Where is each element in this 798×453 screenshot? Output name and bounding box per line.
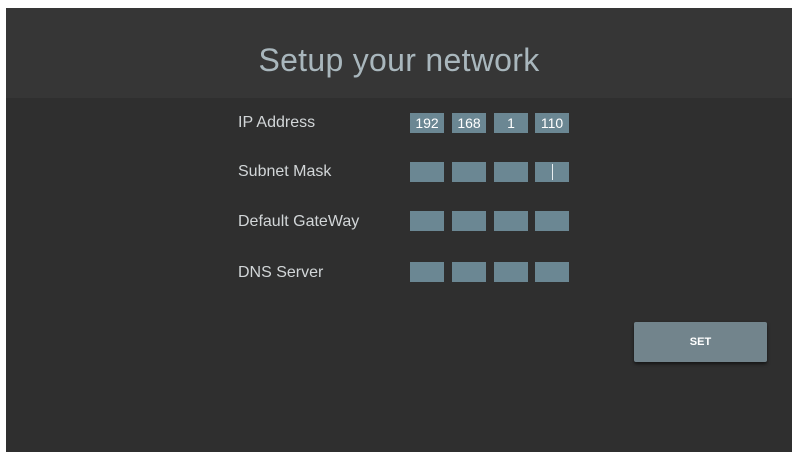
subnet-mask-label: Subnet Mask [238,163,332,180]
subnet-mask-octet-1[interactable] [410,162,444,182]
default-gateway-octet-2[interactable] [452,211,486,231]
subnet-mask-octet-3[interactable] [494,162,528,182]
subnet-mask-octet-4[interactable] [535,162,569,182]
subnet-mask-octet-2[interactable] [452,162,486,182]
dns-server-octet-1[interactable] [410,262,444,282]
ip-address-octet-3[interactable]: 1 [494,113,528,133]
default-gateway-octet-4[interactable] [535,211,569,231]
text-cursor [552,164,553,180]
default-gateway-octet-1[interactable] [410,211,444,231]
ip-address-octet-2[interactable]: 168 [452,113,486,133]
dns-server-label: DNS Server [238,264,324,281]
ip-address-octet-4[interactable]: 110 [535,113,569,133]
ip-address-label: IP Address [238,114,316,131]
dns-server-octet-4[interactable] [535,262,569,282]
page-title: Setup your network [258,42,540,78]
default-gateway-octet-3[interactable] [494,211,528,231]
default-gateway-label: Default GateWay [238,213,360,230]
network-setup-screen: Setup your network IP Address 192 168 1 … [6,8,792,452]
ip-address-octet-1[interactable]: 192 [410,113,444,133]
set-button[interactable]: SET [634,322,767,362]
title-band: Setup your network [6,8,792,98]
dns-server-octet-3[interactable] [494,262,528,282]
dns-server-octet-2[interactable] [452,262,486,282]
